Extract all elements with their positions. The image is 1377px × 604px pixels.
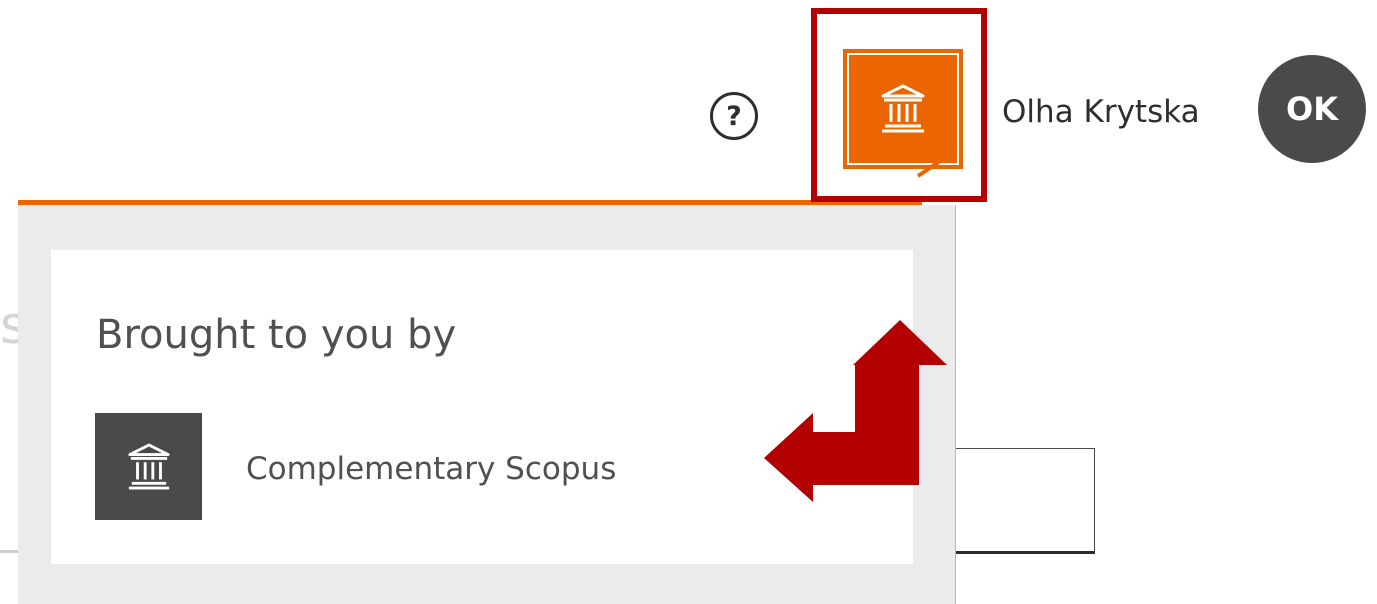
institution-name[interactable]: Complementary Scopus [246,449,616,489]
institution-building-icon [881,84,925,133]
brought-to-you-by-heading: Brought to you by [96,312,457,358]
dropdown-top-border [18,200,922,205]
avatar[interactable]: OK [1258,55,1366,163]
background-input-field[interactable] [955,448,1095,554]
institution-logo-tile [95,413,202,520]
institution-building-icon [127,443,170,489]
help-button[interactable]: ? [710,92,758,140]
page: s ( ? Olha Krytska OK Brought to you by [0,0,1377,604]
user-name[interactable]: Olha Krytska [1002,92,1200,132]
institution-button[interactable] [843,49,963,169]
help-icon: ? [726,100,742,132]
